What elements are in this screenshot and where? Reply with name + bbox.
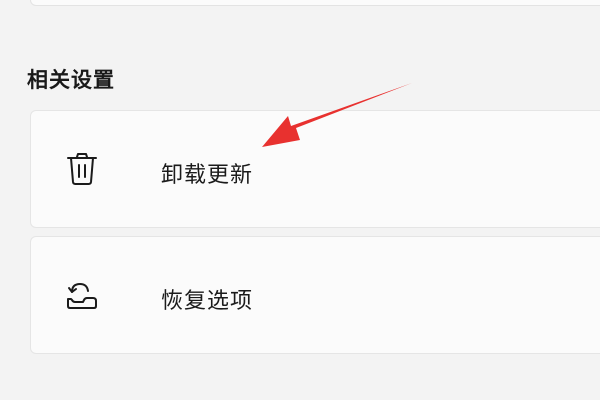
uninstall-updates-label: 卸载更新 — [161, 163, 254, 188]
trash-icon — [67, 153, 97, 185]
settings-page: 相关设置 卸载更新 恢复选项 — [0, 0, 600, 400]
recovery-options-label: 恢复选项 — [161, 289, 254, 314]
uninstall-updates-item[interactable]: 卸载更新 — [30, 110, 600, 228]
recovery-icon — [67, 283, 97, 309]
recovery-options-item[interactable]: 恢复选项 — [30, 236, 600, 354]
previous-setting-card[interactable] — [30, 0, 600, 6]
related-settings-heading: 相关设置 — [27, 68, 115, 92]
